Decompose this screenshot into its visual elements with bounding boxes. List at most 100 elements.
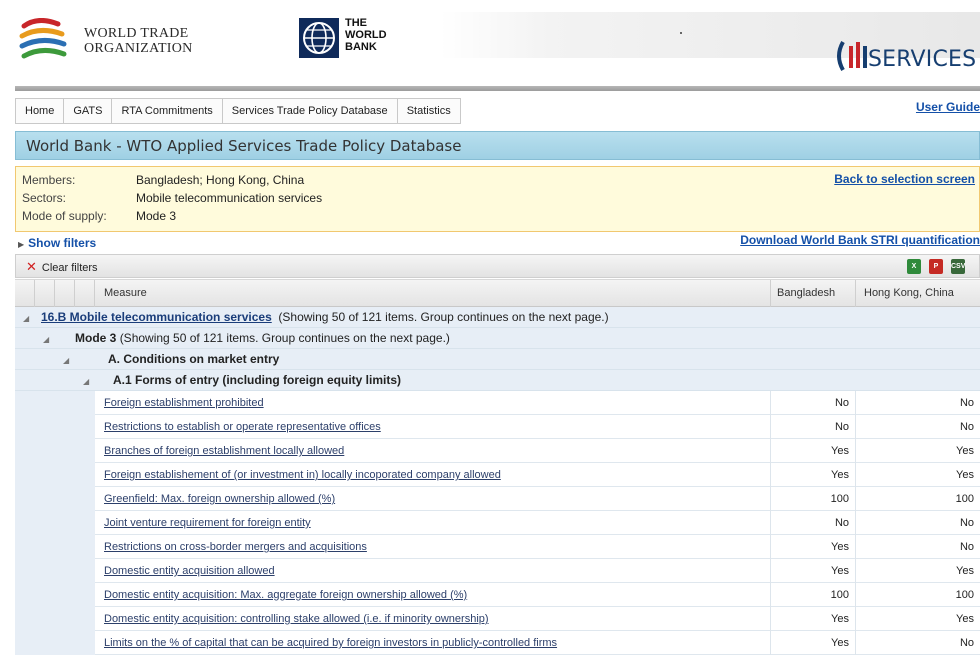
collapse-icon[interactable]: ◢ <box>23 314 29 323</box>
measure-link[interactable]: Joint venture requirement for foreign en… <box>104 517 311 529</box>
sectors-label: Sectors: <box>22 191 67 205</box>
row-indent <box>15 511 95 535</box>
show-filters-label: Show filters <box>28 236 97 250</box>
triangle-right-icon: ▶ <box>18 240 25 249</box>
grid-header: Measure Bangladesh Hong Kong, China <box>15 279 980 307</box>
download-stri-link[interactable]: Download World Bank STRI quantification <box>740 233 980 247</box>
group4-bold: A.1 Forms of entry (including foreign eq… <box>113 373 402 387</box>
measure-cell: Greenfield: Max. foreign ownership allow… <box>95 487 771 511</box>
measure-cell: Joint venture requirement for foreign en… <box>95 511 771 535</box>
tab-home[interactable]: Home <box>16 99 65 123</box>
group3-bold: A. Conditions on market entry <box>108 352 280 366</box>
bangladesh-cell: Yes <box>771 607 856 631</box>
group-note: (Showing 50 of 121 items. Group continue… <box>278 310 609 324</box>
measure-link[interactable]: Foreign establishment prohibited <box>104 397 264 409</box>
excel-export-icon[interactable]: X <box>907 259 921 274</box>
hong-kong-cell: No <box>959 637 974 649</box>
column-header-hong-kong[interactable]: Hong Kong, China <box>856 280 980 307</box>
group-column-2 <box>35 280 55 307</box>
table-row: Domestic entity acquisition allowed Yes Ye… <box>15 559 980 583</box>
group-row-sector: ◢ 16.B Mobile telecommunication services… <box>15 307 980 328</box>
row-indent <box>15 607 95 631</box>
measure-cell: Domestic entity acquisition allowed <box>95 559 771 583</box>
measure-link[interactable]: Domestic entity acquisition: Max. aggreg… <box>104 589 467 601</box>
table-row: Branches of foreign establishment locall… <box>15 439 980 463</box>
selection-summary: Members: Bangladesh; Hong Kong, China Se… <box>15 166 980 232</box>
world-bank-name: THE WORLD BANK <box>345 17 387 53</box>
group-column-3 <box>55 280 75 307</box>
measure-cell: Domestic entity acquisition: controlling… <box>95 607 771 631</box>
row-indent <box>15 439 95 463</box>
table-row: Foreign establishement of (or investment… <box>15 463 980 487</box>
hong-kong-cell: 100 <box>955 493 974 505</box>
clear-filters-button[interactable]: ✕ Clear filters <box>26 259 98 275</box>
tab-gats[interactable]: GATS <box>64 99 113 123</box>
close-icon: ✕ <box>26 259 37 274</box>
grid-toolbar: ✕ Clear filters X P CSV <box>15 254 980 278</box>
bangladesh-cell: 100 <box>771 583 856 607</box>
pdf-export-icon[interactable]: P <box>929 259 943 274</box>
sector-link[interactable]: 16.B Mobile telecommunication services <box>41 310 272 324</box>
site-header: World Trade Organization THE WORLD BANK … <box>0 0 980 91</box>
column-header-measure[interactable]: Measure <box>95 280 771 307</box>
tab-rta-commitments[interactable]: RTA Commitments <box>112 99 223 123</box>
group-row-conditions: ◢ A. Conditions on market entry <box>15 349 980 370</box>
table-row: Joint venture requirement for foreign en… <box>15 511 980 535</box>
show-filters-toggle[interactable]: ▶ Show filters <box>18 236 96 250</box>
group-label: A. Conditions on market entry <box>108 352 279 366</box>
row-indent <box>15 463 95 487</box>
mode-label: Mode of supply: <box>22 209 107 223</box>
user-guide-link[interactable]: User Guide <box>916 100 980 114</box>
table-row: Greenfield: Max. foreign ownership allow… <box>15 487 980 511</box>
sectors-value: Mobile telecommunication services <box>136 191 323 205</box>
hong-kong-cell: 100 <box>955 589 974 601</box>
hong-kong-cell: No <box>959 517 974 529</box>
tip-services-text: SERVICES <box>868 47 977 72</box>
measure-link[interactable]: Restrictions to establish or operate rep… <box>104 421 381 433</box>
hong-kong-cell: Yes <box>956 613 974 625</box>
measure-cell: Restrictions on cross-border mergers and… <box>95 535 771 559</box>
page-title: World Bank - WTO Applied Services Trade … <box>26 137 462 155</box>
measure-cell: Domestic entity acquisition: Max. aggreg… <box>95 583 771 607</box>
mode-bold: Mode 3 <box>75 331 117 345</box>
bangladesh-cell: No <box>771 415 856 439</box>
wto-name: World Trade Organization <box>84 26 193 56</box>
measure-link[interactable]: Greenfield: Max. foreign ownership allow… <box>104 493 335 505</box>
tab-statistics[interactable]: Statistics <box>398 99 460 123</box>
collapse-icon[interactable]: ◢ <box>43 335 49 344</box>
row-indent <box>15 559 95 583</box>
members-label: Members: <box>22 173 76 187</box>
measure-link[interactable]: Domestic entity acquisition: controlling… <box>104 613 489 625</box>
table-row: Limits on the % of capital that can be a… <box>15 631 980 655</box>
hong-kong-cell: No <box>959 397 974 409</box>
measure-cell: Foreign establishement of (or investment… <box>95 463 771 487</box>
measure-cell: Foreign establishment prohibited <box>95 391 771 415</box>
bangladesh-cell: Yes <box>771 631 856 655</box>
row-indent <box>15 391 95 415</box>
measure-link[interactable]: Restrictions on cross-border mergers and… <box>104 541 367 553</box>
hong-kong-cell: Yes <box>956 565 974 577</box>
clear-filters-label: Clear filters <box>41 262 98 274</box>
table-row: Foreign establishment prohibited No No <box>15 391 980 415</box>
row-indent <box>15 535 95 559</box>
collapse-icon[interactable]: ◢ <box>63 356 69 365</box>
measure-link[interactable]: Branches of foreign establishment locall… <box>104 445 344 457</box>
row-indent <box>15 631 95 655</box>
group-label: 16.B Mobile telecommunication services (… <box>41 310 609 324</box>
measure-link[interactable]: Foreign establishement of (or investment… <box>104 469 501 481</box>
hong-kong-cell: No <box>959 541 974 553</box>
nav-tabs: Home GATS RTA Commitments Services Trade… <box>15 98 461 124</box>
group-row-forms-of-entry: ◢ A.1 Forms of entry (including foreign … <box>15 370 980 391</box>
wto-logo-icon <box>19 18 67 59</box>
bangladesh-cell: Yes <box>771 535 856 559</box>
group-label: Mode 3 (Showing 50 of 121 items. Group c… <box>75 331 450 345</box>
back-to-selection-link[interactable]: Back to selection screen <box>834 172 975 186</box>
measure-link[interactable]: Limits on the % of capital that can be a… <box>104 637 557 649</box>
collapse-icon[interactable]: ◢ <box>83 377 89 386</box>
hong-kong-cell: Yes <box>956 445 974 457</box>
measure-link[interactable]: Domestic entity acquisition allowed <box>104 565 275 577</box>
csv-export-icon[interactable]: CSV <box>951 259 965 274</box>
column-header-bangladesh[interactable]: Bangladesh <box>771 280 856 307</box>
tab-services-trade-policy-database[interactable]: Services Trade Policy Database <box>223 99 398 123</box>
group-label: A.1 Forms of entry (including foreign eq… <box>113 373 401 387</box>
